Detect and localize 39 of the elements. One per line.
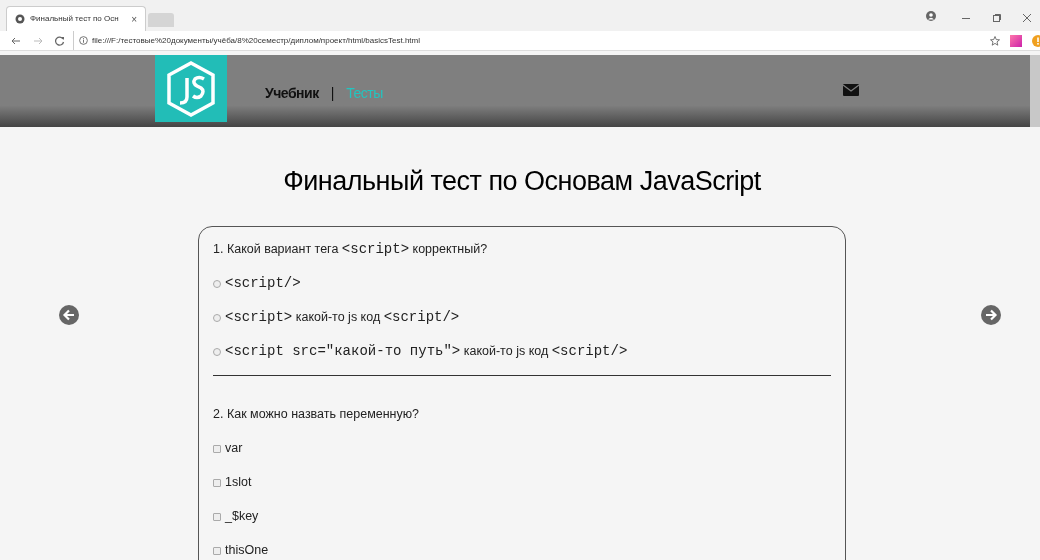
browser-tab[interactable]: Финальный тест по Осн × (6, 6, 146, 31)
option-label: <script src="какой-то путь"> какой-то js код <script/> (225, 342, 628, 361)
info-icon (79, 36, 88, 45)
profile-icon[interactable] (926, 11, 936, 21)
option-label: thisOne (225, 542, 269, 560)
logo[interactable] (155, 55, 227, 122)
page-title: Финальный тест по Основам JavaScript (282, 165, 762, 198)
logo-hexagon-icon (165, 59, 217, 118)
option-label: <script> какой-то js код <script/> (225, 308, 460, 327)
extension-icon[interactable] (1010, 34, 1022, 47)
checkbox[interactable] (213, 546, 221, 555)
radio-button[interactable] (213, 279, 221, 288)
nav-link[interactable]: Учебник (265, 82, 319, 104)
mail-icon[interactable] (843, 83, 859, 96)
forward-icon[interactable] (33, 36, 43, 45)
checkbox[interactable] (213, 444, 221, 453)
question-text: 1. Какой вариант тега <script> корректный? (213, 240, 488, 259)
option-label: <script/> (225, 274, 301, 293)
nav-separator: | (330, 83, 335, 103)
back-icon[interactable] (11, 36, 21, 45)
checkbox[interactable] (213, 512, 221, 521)
radio-button[interactable] (213, 347, 221, 356)
maximize-icon[interactable] (993, 14, 1001, 22)
tab-title: Финальный тест по Осн (30, 13, 119, 25)
minimize-icon[interactable] (962, 18, 970, 20)
tab-close-button[interactable]: × (131, 11, 137, 27)
bookmark-star-icon[interactable] (990, 35, 1000, 46)
close-icon[interactable] (1023, 14, 1031, 22)
question-text: 2. Как можно назвать переменную? (213, 406, 420, 424)
option-label: var (225, 440, 243, 458)
checkbox[interactable] (213, 478, 221, 487)
address-text: file:///F:/тестовые%20документы/учёба/8%20семестр/диплом/проект/html/basicsTest.html (92, 34, 421, 47)
option-label: 1slot (225, 474, 252, 492)
radio-button[interactable] (213, 313, 221, 322)
scrollbar[interactable] (1030, 55, 1040, 127)
option-label: _$key (225, 508, 259, 526)
reload-icon[interactable] (55, 35, 65, 46)
alert-icon[interactable] (1032, 34, 1040, 47)
tab-favicon-icon (15, 14, 25, 24)
